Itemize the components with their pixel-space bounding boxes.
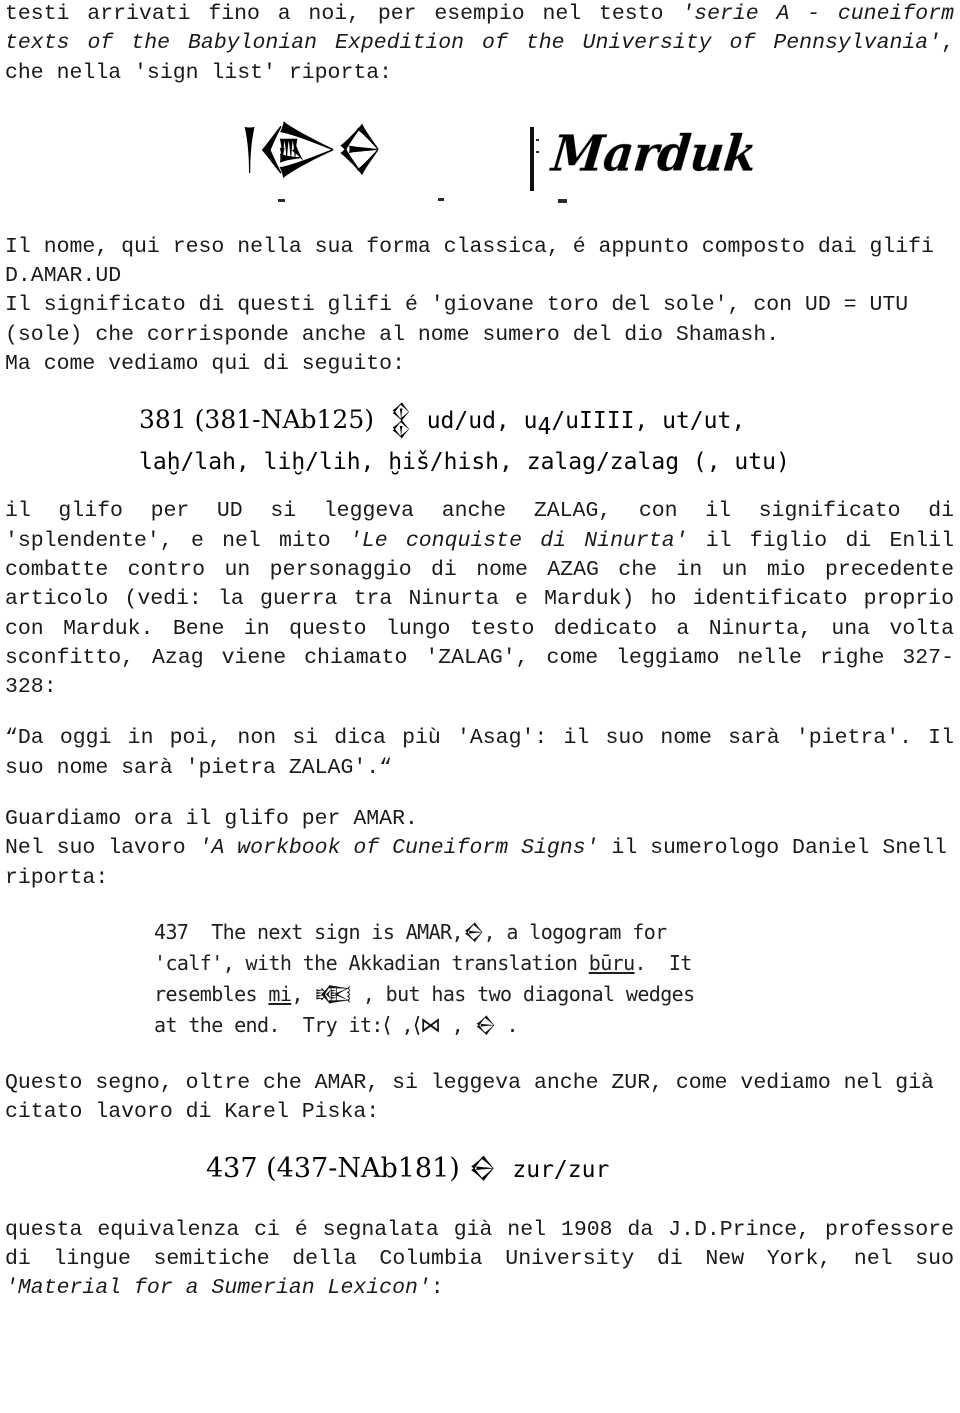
after-381-title-italic: 'Le conquiste di Ninurta' xyxy=(348,528,688,553)
sign-381-reference: (381-NAb125) xyxy=(194,405,374,435)
paragraph-after-437: Questo segno, oltre che AMAR, si leggeva… xyxy=(5,1070,947,1125)
figure-snell-sign-437: 437 The next sign is AMAR,𒀪, a logogram … xyxy=(0,915,960,1047)
sign-437-number: 437 xyxy=(206,1152,258,1184)
amar-intro-title-italic: 'A workbook of Cuneiform Signs' xyxy=(198,836,599,861)
sign-381-number: 381 xyxy=(139,405,187,435)
snell-line4-glyph-1: ⟨ xyxy=(382,1012,391,1037)
closing-title-italic: 'Material for a Sumerian Lexicon' xyxy=(5,1276,431,1301)
snell-line2-b: . It xyxy=(634,950,693,975)
sign-381-readings-line2: laḫ/lah, liḫ/lih, ḫiš/hish, zalag/zalag … xyxy=(139,449,790,476)
snell-line3-glyph: 𒀩 xyxy=(314,981,352,1006)
snell-line1-glyph: 𒀪 xyxy=(462,919,485,944)
intro-text-before: testi arrivati fino a noi, per esempio n… xyxy=(5,2,682,26)
paragraph-after-marduk: Il nome, qui reso nella sua forma classi… xyxy=(5,234,934,377)
snell-line4-sep-1: , xyxy=(390,1012,413,1037)
snell-line3-a: resembles xyxy=(154,981,269,1006)
figure-piska-sign-381: 381 (381-NAb125) 𒉭 ud/ud, u4/uIIII, ut/u… xyxy=(0,401,960,485)
sign-381-readings-line1-rest: /uIIII, ut/ut, xyxy=(551,408,746,435)
scan-speck xyxy=(438,197,444,201)
snell-line4-sep-2: , xyxy=(440,1012,475,1037)
paragraph-amar-intro: Guardiamo ora il glifo per AMAR. Nel suo… xyxy=(5,805,954,893)
marduk-transliteration: Marduk xyxy=(548,125,759,184)
figure-divider-rule xyxy=(530,126,534,191)
figure-cuneiform-marduk: 𒁹𒀛𒀪 Marduk xyxy=(0,119,960,211)
closing-text-b: : xyxy=(430,1276,444,1301)
snell-line1-a: 437 The next sign is AMAR, xyxy=(154,919,464,944)
sign-381-glyph: 𒉭 xyxy=(389,404,412,436)
scan-speck xyxy=(558,198,567,203)
cuneiform-glyph-group: 𒁹𒀛𒀪 xyxy=(240,121,383,175)
after-381-text-b: il figlio di Enlil combatte contro un pe… xyxy=(5,528,954,700)
sign-437-reading: zur/zur xyxy=(512,1156,610,1183)
snell-line3-b: , xyxy=(291,981,315,1006)
snell-line2-a: 'calf', with the Akkadian translation xyxy=(154,950,589,975)
snell-437-text: 437 The next sign is AMAR,𒀪, a logogram … xyxy=(154,917,695,1041)
snell-line4-end: . xyxy=(495,1012,519,1037)
snell-line1-b: , a logogram for xyxy=(483,919,668,944)
snell-line3-c: , but has two diagonal wedges xyxy=(351,981,695,1006)
closing-text-a: questa equivalenza ci é segnalata già ne… xyxy=(5,1217,954,1271)
paragraph-after-381: il glifo per UD si leggeva anche ZALAG, … xyxy=(5,497,954,702)
sign-381-readings-line1: ud/ud, u xyxy=(426,408,538,435)
sign-437-glyph: 𒀪 xyxy=(468,1152,496,1184)
paragraph-intro: testi arrivati fino a noi, per esempio n… xyxy=(5,0,954,88)
cuneiform-glyphs: 𒁹𒀛𒀪 xyxy=(240,116,383,180)
snell-line4-glyph-2: ⟨⋈ xyxy=(412,1012,441,1037)
document-page: testi arrivati fino a noi, per esempio n… xyxy=(0,0,960,1413)
snell-line4-a: at the end. Try it: xyxy=(154,1012,383,1037)
sign-381-subscript: 4 xyxy=(537,414,552,441)
scan-speck xyxy=(536,150,539,153)
figure-piska-sign-437: 437 (437-NAb181) 𒀪 zur/zur xyxy=(0,1150,960,1204)
sign-437-reference: (437-NAb181) xyxy=(266,1152,460,1184)
piska-437-text: 437 (437-NAb181) 𒀪 zur/zur xyxy=(206,1152,609,1187)
scan-speck xyxy=(278,198,285,202)
snell-line2-underline: būru xyxy=(588,950,635,975)
piska-381-text: 381 (381-NAb125) 𒉭 ud/ud, u4/uIIII, ut/u… xyxy=(139,403,790,479)
scan-speck xyxy=(536,138,539,141)
paragraph-quote-lines-327-328: “Da oggi in poi, non si dica più 'Asag':… xyxy=(5,726,954,780)
snell-line4-glyph-3: 𒀪 xyxy=(474,1012,496,1037)
snell-line3-underline: mi xyxy=(268,981,292,1006)
paragraph-closing: questa equivalenza ci é segnalata già ne… xyxy=(5,1216,954,1304)
